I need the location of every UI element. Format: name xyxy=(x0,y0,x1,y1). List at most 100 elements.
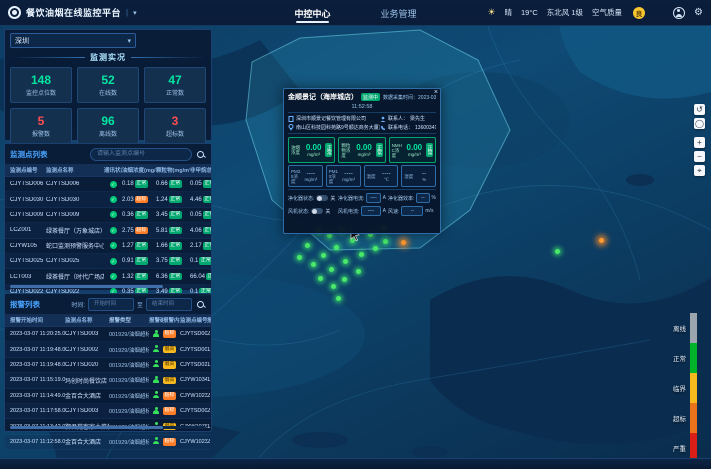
value-cell: 5.81正常 xyxy=(156,227,190,235)
toggle-state: 关 xyxy=(330,195,335,202)
stat-card[interactable]: 148监控点位数 xyxy=(10,67,72,103)
monitor-point-dot[interactable] xyxy=(373,246,378,251)
monitor-detail-popup: × 金顺景记（海岸城店） 监测中 数据采集时间：2023-03-07 11:52… xyxy=(283,88,441,234)
city-select[interactable]: 深圳 ▾ xyxy=(10,33,136,48)
monitor-point-dot[interactable] xyxy=(331,284,336,289)
stat-card[interactable]: 96离线数 xyxy=(77,108,139,144)
gear-icon[interactable]: ⚙ xyxy=(694,7,703,18)
alarm-content: 超标 xyxy=(163,392,180,400)
monitor-point-dot[interactable] xyxy=(356,269,361,274)
table-row[interactable]: 2023-03-07 11:19:48.0CJYTSD020001929/油烟超… xyxy=(5,358,211,373)
tab-control-center[interactable]: 中控中心 xyxy=(292,1,332,26)
monitor-point-dot[interactable] xyxy=(359,252,364,257)
air-quality-label: 空气质量 xyxy=(592,7,622,18)
chevron-down-icon[interactable]: ▾ xyxy=(133,9,137,17)
table-row[interactable]: 2023-03-07 11:20:25.0CJYTSD003001929/油烟超… xyxy=(5,327,211,342)
table-row[interactable]: 2023-03-07 11:19:48.0CJYTSD002001929/油烟超… xyxy=(5,342,211,357)
table-row[interactable]: LCT003绿茶餐厅（时代广场店）✓1.32正常6.36正常66.04正常 xyxy=(5,269,211,284)
table-row[interactable]: LCZ001绿茶餐厅（万象城店）✓2.75超标5.81正常4.06正常 xyxy=(5,223,211,238)
value-cell: 0.91正常 xyxy=(122,257,156,265)
metric-unit: ℃ xyxy=(378,177,396,183)
device-value-input[interactable]: -- xyxy=(416,193,429,203)
stat-card[interactable]: 47正常数 xyxy=(144,67,206,103)
monitor-point-dot[interactable] xyxy=(334,245,339,250)
monitor-point-dot[interactable] xyxy=(401,240,406,245)
start-time-input[interactable] xyxy=(92,300,130,308)
monitor-point-dot[interactable] xyxy=(599,238,604,243)
confirm-person-icon[interactable] xyxy=(153,391,159,398)
metric-mid: ----℃ xyxy=(378,170,396,183)
confirm-person-icon[interactable] xyxy=(153,376,159,383)
tab-point-list[interactable]: 监测点列表 xyxy=(10,149,48,160)
alarm-confirm xyxy=(149,376,163,385)
close-icon[interactable]: × xyxy=(434,89,438,96)
table-row[interactable]: CJYTSD006CJYTSD006✓0.18正常0.66正常0.05正常 xyxy=(5,177,211,192)
horizontal-scrollbar[interactable] xyxy=(10,285,163,288)
monitor-point-dot[interactable] xyxy=(342,277,347,282)
monitor-point-dot[interactable] xyxy=(343,259,348,264)
status-badge: 正常 xyxy=(203,180,211,188)
horizontal-scrollbar[interactable] xyxy=(10,426,163,429)
tab-business-mgmt[interactable]: 业务管理 xyxy=(379,1,419,26)
stat-value: 3 xyxy=(172,115,179,127)
stat-card[interactable]: 52在线数 xyxy=(77,67,139,103)
circle-select-icon[interactable]: ◯ xyxy=(694,118,705,129)
search-icon[interactable] xyxy=(197,151,204,158)
table-row[interactable]: CJYTSD025CJYTSD025✓0.91正常3.75正常0.1正常 xyxy=(5,254,211,269)
metric-mid: 0.00mg/m³ xyxy=(352,144,375,157)
target-icon[interactable]: ⌖ xyxy=(694,165,705,176)
legend-label: 正常 xyxy=(673,353,686,363)
point-search-input[interactable] xyxy=(95,150,187,158)
power-toggle[interactable] xyxy=(311,208,323,214)
device-value-input[interactable]: -- xyxy=(401,206,423,216)
search-icon[interactable] xyxy=(197,301,204,308)
table-row[interactable]: 2023-03-07 11:12:58.0金百合大酒店001929/油烟超标报警… xyxy=(5,435,211,450)
stat-card[interactable]: 5报警数 xyxy=(10,108,72,144)
alarm-confirm xyxy=(149,407,163,416)
monitor-point-dot[interactable] xyxy=(297,255,302,260)
monitor-point-dot[interactable] xyxy=(321,253,326,258)
table-row[interactable]: CJYTSD030CJYTSD030✓2.03超标1.24正常4.46正常 xyxy=(5,192,211,207)
end-time-box xyxy=(146,298,192,311)
monitor-point-dot[interactable] xyxy=(305,243,310,248)
monitor-point-dot[interactable] xyxy=(329,267,334,272)
zoom-out-icon[interactable]: − xyxy=(694,151,705,162)
confirm-person-icon[interactable] xyxy=(153,437,159,444)
table-row[interactable]: CJYTSD009CJYTSD009✓0.36正常3.45正常0.05正常 xyxy=(5,208,211,223)
end-time-input[interactable] xyxy=(150,300,188,308)
reset-view-icon[interactable]: ↺ xyxy=(694,104,705,115)
monitor-point-dot[interactable] xyxy=(336,296,341,301)
app-root: 餐饮油烟在线监控平台 | ▾ 中控中心 业务管理 ☀ 晴 19°C 东北风 1级… xyxy=(0,0,711,469)
legend-swatch xyxy=(690,313,697,343)
monitor-point-dot[interactable] xyxy=(383,239,388,244)
table-row[interactable]: 2023-03-07 11:15:19.0玛创时尚餐饮店001929/油烟超标报… xyxy=(5,373,211,388)
metric-unit: mg/m³ xyxy=(403,152,426,157)
table-row[interactable]: CJYW105蛇口监测预警服务中心✓1.27正常1.66正常2.17正常 xyxy=(5,239,211,254)
bottom-bar xyxy=(0,458,711,469)
monitor-point-dot[interactable] xyxy=(555,249,560,254)
value-cell: 0.05正常 xyxy=(190,180,211,188)
confirm-person-icon[interactable] xyxy=(153,360,159,367)
confirm-person-icon[interactable] xyxy=(153,330,159,337)
user-icon[interactable] xyxy=(673,7,685,19)
location-icon xyxy=(288,124,294,131)
confirm-person-icon[interactable] xyxy=(153,345,159,352)
stat-card[interactable]: 3超标数 xyxy=(144,108,206,144)
map-controls: ↺ ◯ + − ⌖ xyxy=(694,104,705,176)
monitor-point-dot[interactable] xyxy=(311,262,316,267)
power-toggle[interactable] xyxy=(316,195,328,201)
device-cell: 净化器效率:--% xyxy=(388,193,436,203)
alarm-confirm xyxy=(149,330,163,339)
building-icon xyxy=(288,116,294,122)
device-value-input[interactable]: ---- xyxy=(366,193,380,203)
status-badge: 正常 xyxy=(169,211,182,219)
zoom-in-icon[interactable]: + xyxy=(694,137,705,148)
tab-alarm-list[interactable]: 报警列表 xyxy=(10,299,40,310)
device-value-input[interactable]: ---- xyxy=(361,206,380,216)
online-status-icon: ✓ xyxy=(110,211,117,218)
monitor-point-dot[interactable] xyxy=(318,276,323,281)
table-row[interactable]: 2023-03-07 11:17:58.0CJYTSD003001929/油烟超… xyxy=(5,404,211,419)
confirm-person-icon[interactable] xyxy=(153,407,159,414)
point-id: CJYW105 xyxy=(10,243,46,249)
table-row[interactable]: 2023-03-07 11:14:49.0金百合大酒店001929/油烟超标报警… xyxy=(5,389,211,404)
